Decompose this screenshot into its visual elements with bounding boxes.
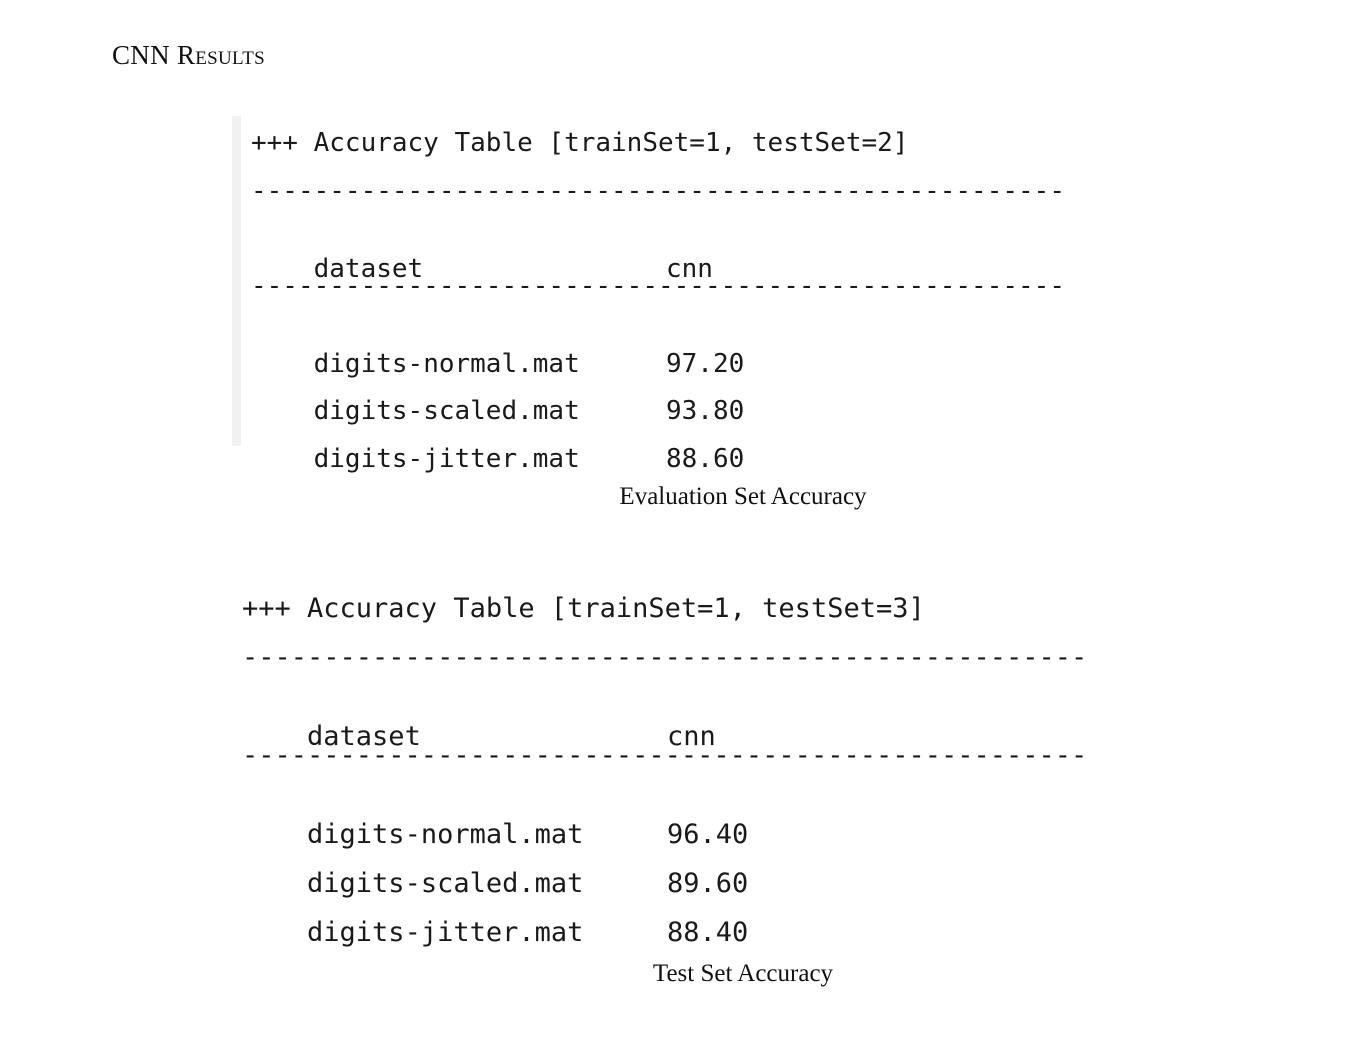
row-cnn-value: 88.40	[667, 917, 749, 948]
accuracy-table-eval: +++ Accuracy Table [trainSet=1, testSet=…	[232, 116, 1132, 474]
table-caption-eval: Evaluation Set Accuracy	[619, 483, 867, 510]
accuracy-table-test: +++ Accuracy Table [trainSet=1, testSet=…	[242, 588, 1142, 948]
row-cnn-value: 96.40	[667, 819, 749, 850]
row-dataset: digits-jitter.mat	[313, 444, 580, 474]
table-header: +++ Accuracy Table [trainSet=1, testSet=…	[242, 593, 925, 624]
row-cnn-value: 89.60	[667, 868, 749, 899]
row-dataset: digits-jitter.mat	[307, 917, 584, 948]
row-cnn-value: 97.20	[666, 349, 745, 379]
row-cnn-value: 88.60	[666, 444, 745, 474]
section-title: CNN Results	[112, 40, 265, 70]
table-divider: ----------------------------------------…	[251, 176, 1065, 206]
table-divider: ----------------------------------------…	[251, 271, 1065, 301]
table-header: +++ Accuracy Table [trainSet=1, testSet=…	[251, 128, 909, 158]
table-caption-test: Test Set Accuracy	[652, 960, 834, 987]
table-divider: ----------------------------------------…	[242, 642, 1088, 673]
table-divider: ----------------------------------------…	[242, 740, 1088, 771]
row-cnn-value: 93.80	[666, 396, 745, 426]
